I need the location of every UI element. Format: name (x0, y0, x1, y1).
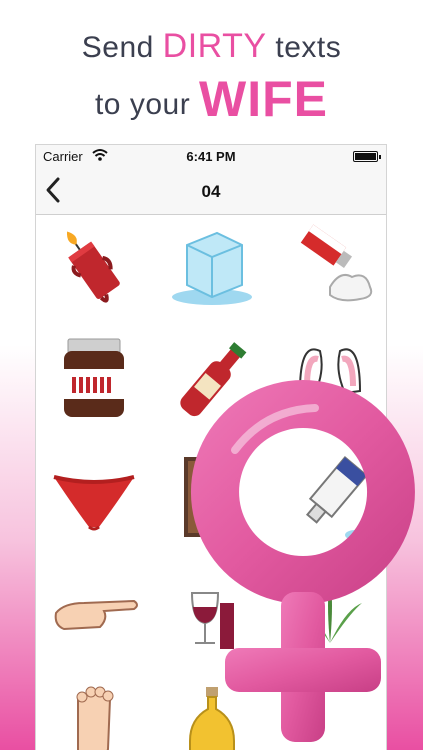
headline-prefix-2: to your (94, 88, 200, 121)
ice-cube-icon (172, 231, 252, 305)
chocolate-jar-icon (64, 338, 124, 417)
battery-icon (353, 151, 381, 162)
headline-line-2: to your WIFE (0, 74, 423, 130)
female-symbol-icon (190, 380, 415, 742)
beckoning-hand-icon (54, 599, 138, 631)
headline-prefix-1: Send (81, 31, 163, 64)
headline-line-1: Send DIRTY texts (0, 26, 423, 68)
sticker-chocolate-jar[interactable] (44, 331, 144, 431)
sticker-hand[interactable] (44, 563, 144, 663)
headline-suffix-1: texts (266, 31, 342, 64)
sticker-panties[interactable] (44, 447, 144, 547)
headline-accent-dirty: DIRTY (162, 27, 267, 65)
sticker-foot[interactable] (44, 679, 144, 750)
page-title: 04 (201, 182, 221, 201)
headline-accent-wife: WIFE (199, 71, 329, 127)
red-panties-icon (53, 475, 135, 531)
headline: Send DIRTY texts to your WIFE (0, 26, 423, 130)
candle-icon (67, 231, 120, 303)
sticker-candle[interactable] (44, 215, 144, 315)
navigation-bar: 04 (36, 169, 386, 215)
status-time: 6:41 PM (186, 149, 236, 164)
status-bar: Carrier 6:41 PM (36, 145, 386, 169)
sticker-ice-cube[interactable] (162, 215, 262, 315)
whipped-cream-tube-icon (300, 224, 373, 302)
foot-icon (76, 686, 114, 750)
sticker-whipped-cream[interactable] (280, 215, 380, 315)
